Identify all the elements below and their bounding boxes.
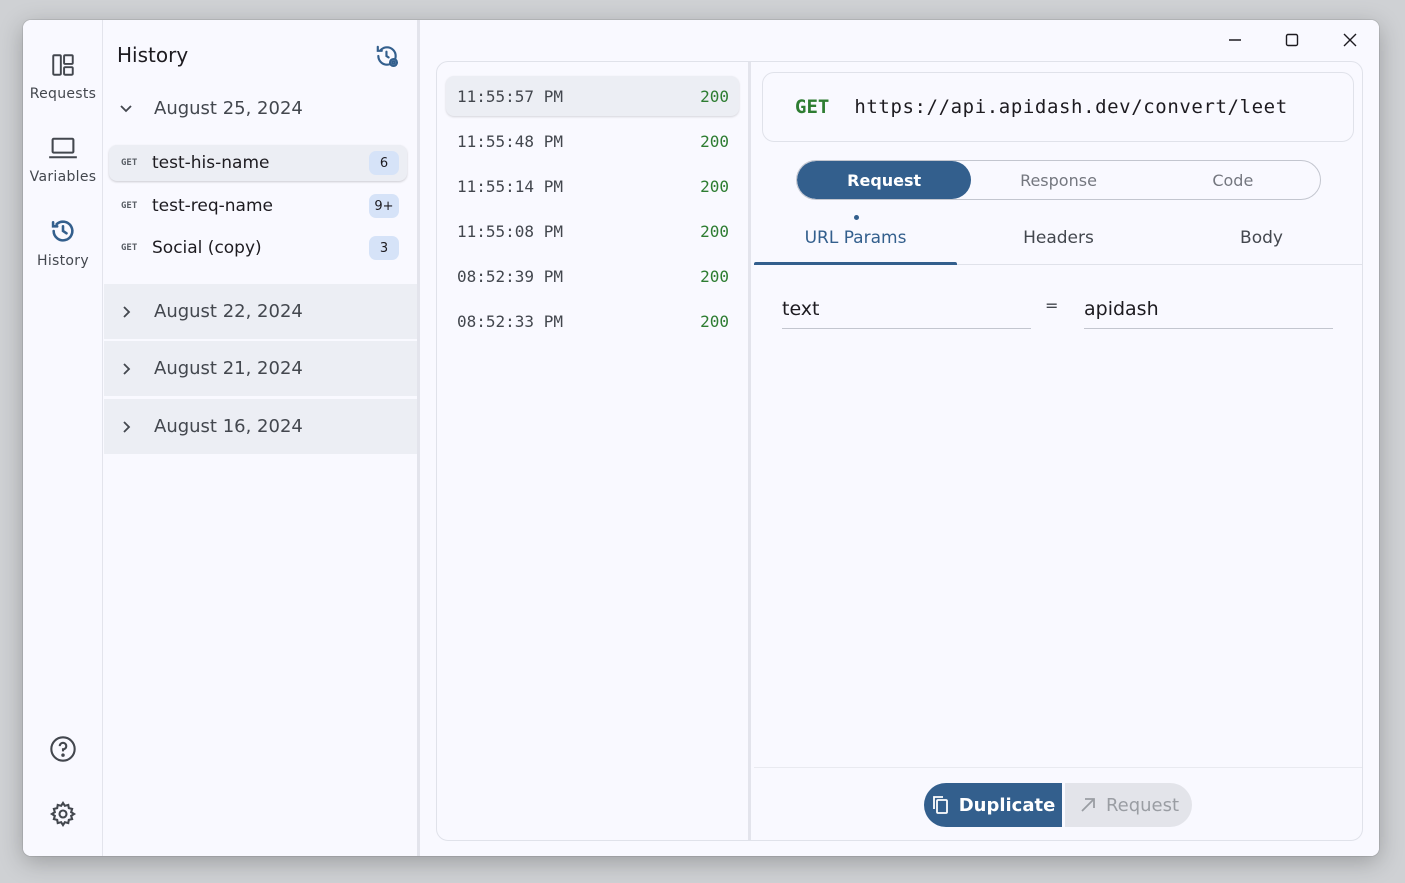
timeline-list: 11:55:57 PM 200 11:55:48 PM 200 11:55:14… xyxy=(437,62,748,840)
go-to-request-button[interactable]: Request xyxy=(1065,783,1192,827)
date-group-label: August 25, 2024 xyxy=(154,97,303,119)
count-badge: 9+ xyxy=(369,194,399,218)
nav-requests[interactable]: Requests xyxy=(23,52,103,102)
status-code: 200 xyxy=(700,176,729,196)
method-tag: GET xyxy=(121,158,138,168)
date-group-collapsed[interactable]: August 22, 2024 xyxy=(104,284,417,339)
request-name: Social (copy) xyxy=(152,238,262,258)
maximize-icon xyxy=(1285,33,1299,47)
duplicate-label: Duplicate xyxy=(958,794,1056,816)
date-group-label: August 22, 2024 xyxy=(154,301,303,322)
timeline-row[interactable]: 11:55:57 PM 200 xyxy=(446,76,739,116)
timeline-time: 11:55:48 PM xyxy=(457,131,563,151)
chevron-right-icon xyxy=(123,362,131,375)
maximize-button[interactable] xyxy=(1274,28,1310,52)
segment-code[interactable]: Code xyxy=(1146,161,1320,199)
history-request-item[interactable]: GET test-his-name 6 xyxy=(109,145,407,181)
request-name: test-req-name xyxy=(152,196,273,216)
url-card: GET https://api.apidash.dev/convert/leet xyxy=(762,72,1354,142)
duplicate-button[interactable]: Duplicate xyxy=(924,783,1062,827)
chevron-right-icon xyxy=(123,305,131,318)
timeline-row[interactable]: 11:55:08 PM 200 xyxy=(446,211,739,251)
request-detail: GET https://api.apidash.dev/convert/leet… xyxy=(751,62,1362,840)
action-divider xyxy=(754,767,1362,768)
nav-rail: Requests Variables History xyxy=(23,20,103,856)
nav-variables-label: Variables xyxy=(29,169,97,185)
count-badge: 3 xyxy=(369,236,399,260)
date-group-collapsed[interactable]: August 21, 2024 xyxy=(104,341,417,396)
status-code: 200 xyxy=(700,266,729,286)
url-method: GET xyxy=(795,96,830,118)
help-icon xyxy=(50,736,76,762)
tab-url-params[interactable]: URL Params xyxy=(754,212,957,265)
param-equals: = xyxy=(1045,296,1059,315)
app-window: Requests Variables History History Augus… xyxy=(23,20,1379,856)
status-code: 200 xyxy=(700,311,729,331)
arrow-up-right-icon xyxy=(1081,798,1095,812)
history-settings-icon xyxy=(376,45,399,68)
history-sidebar: History August 25, 2024 GET test-his-nam… xyxy=(104,20,417,856)
close-button[interactable] xyxy=(1332,28,1368,52)
url-text: https://api.apidash.dev/convert/leet xyxy=(854,96,1288,118)
close-icon xyxy=(1343,33,1357,47)
settings-button[interactable] xyxy=(23,800,103,828)
copy-icon xyxy=(932,796,948,814)
date-group-expanded: August 25, 2024 xyxy=(104,92,417,124)
dashboard-icon xyxy=(52,54,74,76)
history-request-item[interactable]: GET Social (copy) 3 xyxy=(109,230,407,266)
status-code: 200 xyxy=(700,221,729,241)
date-group-collapsed[interactable]: August 16, 2024 xyxy=(104,399,417,454)
minimize-icon xyxy=(1229,39,1241,41)
timeline-row[interactable]: 11:55:14 PM 200 xyxy=(446,166,739,206)
history-request-item[interactable]: GET test-req-name 9+ xyxy=(109,188,407,224)
timeline-row[interactable]: 08:52:33 PM 200 xyxy=(446,301,739,341)
has-content-dot xyxy=(853,215,859,220)
timeline-time: 11:55:14 PM xyxy=(457,176,563,196)
status-code: 200 xyxy=(700,86,729,106)
history-panel: 11:55:57 PM 200 11:55:48 PM 200 11:55:14… xyxy=(436,61,1363,841)
laptop-icon xyxy=(49,137,77,159)
chevron-right-icon xyxy=(123,420,131,433)
request-button-label: Request xyxy=(1105,794,1180,816)
request-tabs: URL Params Headers Body xyxy=(754,212,1362,265)
tab-body-label: Body xyxy=(1240,228,1283,248)
method-tag: GET xyxy=(121,201,138,211)
param-key-field: text xyxy=(782,284,1031,329)
help-button[interactable] xyxy=(23,735,103,763)
gear-icon xyxy=(49,800,77,828)
timeline-time: 08:52:39 PM xyxy=(457,266,563,286)
timeline-time: 08:52:33 PM xyxy=(457,311,563,331)
minimize-button[interactable] xyxy=(1217,28,1253,52)
nav-variables[interactable]: Variables xyxy=(23,135,103,185)
status-code: 200 xyxy=(700,131,729,151)
segment-request[interactable]: Request xyxy=(797,161,972,199)
tab-body[interactable]: Body xyxy=(1160,212,1362,264)
request-name: test-his-name xyxy=(152,153,270,173)
date-group-label: August 16, 2024 xyxy=(154,416,303,437)
timeline-time: 11:55:57 PM xyxy=(457,86,563,106)
chevron-down-icon xyxy=(120,105,132,113)
nav-history[interactable]: History xyxy=(23,217,103,269)
date-group-label: August 21, 2024 xyxy=(154,358,303,379)
date-group-header[interactable]: August 25, 2024 xyxy=(104,92,417,124)
count-badge: 6 xyxy=(369,151,399,175)
history-settings-button[interactable] xyxy=(374,43,402,71)
param-value-field: apidash xyxy=(1084,284,1333,329)
sidebar-title: History xyxy=(117,43,189,67)
main-area: 11:55:57 PM 200 11:55:48 PM 200 11:55:14… xyxy=(420,20,1379,856)
timeline-time: 11:55:08 PM xyxy=(457,221,563,241)
nav-requests-label: Requests xyxy=(29,86,97,102)
view-segmented-control: Request Response Code xyxy=(796,160,1321,200)
timeline-row[interactable]: 11:55:48 PM 200 xyxy=(446,121,739,161)
history-icon xyxy=(51,220,74,242)
tab-url-params-label: URL Params xyxy=(804,228,907,248)
timeline-row[interactable]: 08:52:39 PM 200 xyxy=(446,256,739,296)
method-tag: GET xyxy=(121,243,138,253)
tab-headers-label: Headers xyxy=(1023,228,1094,248)
tab-headers[interactable]: Headers xyxy=(957,212,1160,264)
segment-response[interactable]: Response xyxy=(971,161,1145,199)
nav-history-label: History xyxy=(37,253,89,269)
